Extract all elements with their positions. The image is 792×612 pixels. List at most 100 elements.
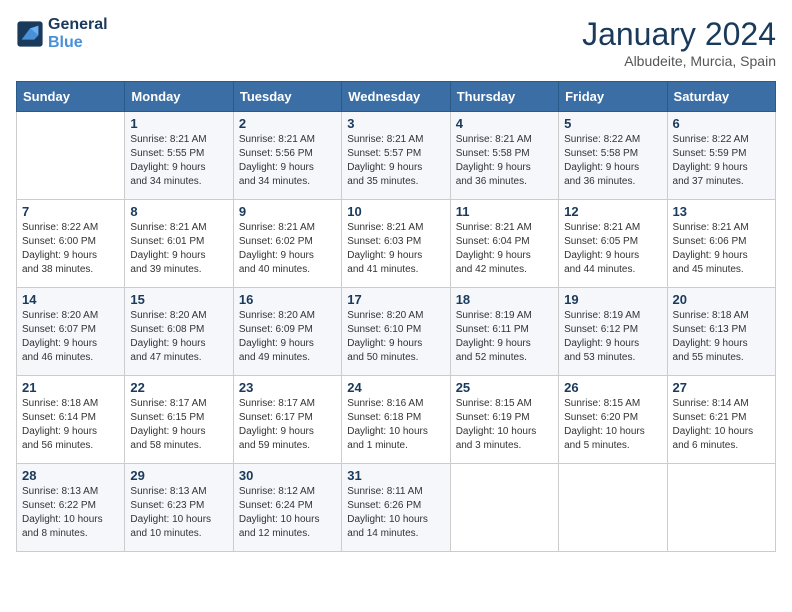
calendar-cell: 1Sunrise: 8:21 AM Sunset: 5:55 PM Daylig… xyxy=(125,112,233,200)
day-number: 20 xyxy=(673,292,770,307)
calendar-week-row: 7 Sunrise: 8:22 AM Sunset: 6:00 PM Daylig… xyxy=(17,200,776,288)
calendar-cell: 26 Sunrise: 8:15 AM Sunset: 6:20 PM Dayli… xyxy=(559,376,667,464)
calendar-cell: 22 Sunrise: 8:17 AM Sunset: 6:15 PM Dayli… xyxy=(125,376,233,464)
day-number: 5 xyxy=(564,116,661,131)
day-info: Sunrise: 8:14 AM Sunset: 6:21 PM Dayligh… xyxy=(673,397,770,453)
calendar-week-row: 21 Sunrise: 8:18 AM Sunset: 6:14 PM Dayli… xyxy=(17,376,776,464)
calendar-cell xyxy=(17,112,125,200)
calendar-cell: 6 Sunrise: 8:22 AM Sunset: 5:59 PM Daylig… xyxy=(667,112,775,200)
day-info: Sunrise: 8:21 AM Sunset: 6:02 PM Dayligh… xyxy=(239,221,336,277)
day-number: 9 xyxy=(239,204,336,219)
day-info: Sunrise: 8:16 AM Sunset: 6:18 PM Dayligh… xyxy=(347,397,444,453)
day-number: 1 xyxy=(130,116,227,131)
calendar-cell: 8Sunrise: 8:21 AM Sunset: 6:01 PM Daylig… xyxy=(125,200,233,288)
calendar-cell: 30 Sunrise: 8:12 AM Sunset: 6:24 PM Dayli… xyxy=(233,464,341,552)
calendar-cell: 7 Sunrise: 8:22 AM Sunset: 6:00 PM Daylig… xyxy=(17,200,125,288)
day-info: Sunrise: 8:21 AM Sunset: 5:58 PM Dayligh… xyxy=(456,133,553,189)
day-info: Sunrise: 8:21 AM Sunset: 5:57 PM Dayligh… xyxy=(347,133,444,189)
calendar-cell: 4 Sunrise: 8:21 AM Sunset: 5:58 PM Daylig… xyxy=(450,112,558,200)
weekday-header: Monday xyxy=(125,82,233,112)
day-number: 4 xyxy=(456,116,553,131)
day-info: Sunrise: 8:21 AM Sunset: 5:56 PM Dayligh… xyxy=(239,133,336,189)
day-number: 2 xyxy=(239,116,336,131)
calendar-cell: 25Sunrise: 8:15 AM Sunset: 6:19 PM Dayli… xyxy=(450,376,558,464)
calendar-cell: 12 Sunrise: 8:21 AM Sunset: 6:05 PM Dayli… xyxy=(559,200,667,288)
calendar-week-row: 28 Sunrise: 8:13 AM Sunset: 6:22 PM Dayli… xyxy=(17,464,776,552)
weekday-header-row: SundayMondayTuesdayWednesdayThursdayFrid… xyxy=(17,82,776,112)
day-number: 7 xyxy=(22,204,119,219)
day-info: Sunrise: 8:15 AM Sunset: 6:20 PM Dayligh… xyxy=(564,397,661,453)
day-info: Sunrise: 8:20 AM Sunset: 6:09 PM Dayligh… xyxy=(239,309,336,365)
day-info: Sunrise: 8:21 AM Sunset: 6:06 PM Dayligh… xyxy=(673,221,770,277)
calendar-cell: 21 Sunrise: 8:18 AM Sunset: 6:14 PM Dayli… xyxy=(17,376,125,464)
day-info: Sunrise: 8:21 AM Sunset: 6:05 PM Dayligh… xyxy=(564,221,661,277)
day-number: 17 xyxy=(347,292,444,307)
title-block: January 2024 Albudeite, Murcia, Spain xyxy=(582,16,776,69)
calendar-cell: 14Sunrise: 8:20 AM Sunset: 6:07 PM Dayli… xyxy=(17,288,125,376)
day-info: Sunrise: 8:12 AM Sunset: 6:24 PM Dayligh… xyxy=(239,485,336,541)
day-number: 22 xyxy=(130,380,227,395)
calendar-cell: 13 Sunrise: 8:21 AM Sunset: 6:06 PM Dayli… xyxy=(667,200,775,288)
day-number: 13 xyxy=(673,204,770,219)
weekday-header: Saturday xyxy=(667,82,775,112)
day-number: 26 xyxy=(564,380,661,395)
day-number: 24 xyxy=(347,380,444,395)
calendar-cell: 23 Sunrise: 8:17 AM Sunset: 6:17 PM Dayli… xyxy=(233,376,341,464)
calendar-cell: 3 Sunrise: 8:21 AM Sunset: 5:57 PM Daylig… xyxy=(342,112,450,200)
calendar-table: SundayMondayTuesdayWednesdayThursdayFrid… xyxy=(16,81,776,552)
calendar-week-row: 1Sunrise: 8:21 AM Sunset: 5:55 PM Daylig… xyxy=(17,112,776,200)
calendar-cell xyxy=(559,464,667,552)
day-info: Sunrise: 8:13 AM Sunset: 6:22 PM Dayligh… xyxy=(22,485,119,541)
logo-icon xyxy=(16,20,44,48)
weekday-header: Thursday xyxy=(450,82,558,112)
calendar-cell: 16 Sunrise: 8:20 AM Sunset: 6:09 PM Dayli… xyxy=(233,288,341,376)
day-info: Sunrise: 8:21 AM Sunset: 6:03 PM Dayligh… xyxy=(347,221,444,277)
page-header: General Blue January 2024 Albudeite, Mur… xyxy=(16,16,776,69)
logo-text: General Blue xyxy=(48,16,108,51)
calendar-cell: 17Sunrise: 8:20 AM Sunset: 6:10 PM Dayli… xyxy=(342,288,450,376)
calendar-cell xyxy=(667,464,775,552)
day-info: Sunrise: 8:21 AM Sunset: 6:04 PM Dayligh… xyxy=(456,221,553,277)
calendar-week-row: 14Sunrise: 8:20 AM Sunset: 6:07 PM Dayli… xyxy=(17,288,776,376)
day-info: Sunrise: 8:18 AM Sunset: 6:14 PM Dayligh… xyxy=(22,397,119,453)
day-info: Sunrise: 8:21 AM Sunset: 6:01 PM Dayligh… xyxy=(130,221,227,277)
day-info: Sunrise: 8:22 AM Sunset: 5:58 PM Dayligh… xyxy=(564,133,661,189)
day-number: 12 xyxy=(564,204,661,219)
day-number: 3 xyxy=(347,116,444,131)
day-info: Sunrise: 8:22 AM Sunset: 6:00 PM Dayligh… xyxy=(22,221,119,277)
day-info: Sunrise: 8:22 AM Sunset: 5:59 PM Dayligh… xyxy=(673,133,770,189)
month-title: January 2024 xyxy=(582,16,776,53)
calendar-cell: 15Sunrise: 8:20 AM Sunset: 6:08 PM Dayli… xyxy=(125,288,233,376)
day-info: Sunrise: 8:17 AM Sunset: 6:15 PM Dayligh… xyxy=(130,397,227,453)
day-number: 27 xyxy=(673,380,770,395)
day-info: Sunrise: 8:13 AM Sunset: 6:23 PM Dayligh… xyxy=(130,485,227,541)
day-info: Sunrise: 8:17 AM Sunset: 6:17 PM Dayligh… xyxy=(239,397,336,453)
weekday-header: Friday xyxy=(559,82,667,112)
weekday-header: Sunday xyxy=(17,82,125,112)
calendar-cell: 19Sunrise: 8:19 AM Sunset: 6:12 PM Dayli… xyxy=(559,288,667,376)
day-number: 30 xyxy=(239,468,336,483)
day-number: 16 xyxy=(239,292,336,307)
weekday-header: Wednesday xyxy=(342,82,450,112)
day-info: Sunrise: 8:19 AM Sunset: 6:12 PM Dayligh… xyxy=(564,309,661,365)
day-number: 6 xyxy=(673,116,770,131)
day-number: 25 xyxy=(456,380,553,395)
logo: General Blue xyxy=(16,16,108,51)
day-number: 28 xyxy=(22,468,119,483)
calendar-cell: 2 Sunrise: 8:21 AM Sunset: 5:56 PM Daylig… xyxy=(233,112,341,200)
day-number: 23 xyxy=(239,380,336,395)
calendar-cell: 18Sunrise: 8:19 AM Sunset: 6:11 PM Dayli… xyxy=(450,288,558,376)
day-number: 10 xyxy=(347,204,444,219)
day-info: Sunrise: 8:18 AM Sunset: 6:13 PM Dayligh… xyxy=(673,309,770,365)
day-number: 11 xyxy=(456,204,553,219)
calendar-cell: 5 Sunrise: 8:22 AM Sunset: 5:58 PM Daylig… xyxy=(559,112,667,200)
calendar-cell: 20 Sunrise: 8:18 AM Sunset: 6:13 PM Dayli… xyxy=(667,288,775,376)
calendar-cell: 29Sunrise: 8:13 AM Sunset: 6:23 PM Dayli… xyxy=(125,464,233,552)
day-number: 14 xyxy=(22,292,119,307)
day-info: Sunrise: 8:19 AM Sunset: 6:11 PM Dayligh… xyxy=(456,309,553,365)
calendar-cell xyxy=(450,464,558,552)
calendar-cell: 27 Sunrise: 8:14 AM Sunset: 6:21 PM Dayli… xyxy=(667,376,775,464)
day-number: 21 xyxy=(22,380,119,395)
day-info: Sunrise: 8:20 AM Sunset: 6:08 PM Dayligh… xyxy=(130,309,227,365)
day-number: 31 xyxy=(347,468,444,483)
